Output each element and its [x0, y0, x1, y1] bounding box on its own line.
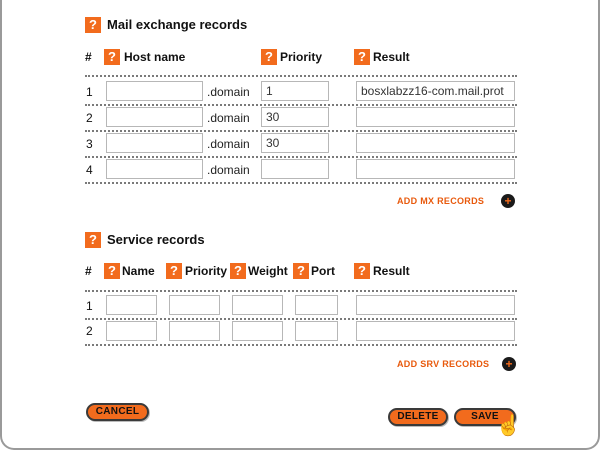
- mx-header-number: #: [85, 50, 92, 64]
- mx-row-number: 3: [86, 137, 93, 151]
- help-icon[interactable]: ?: [293, 263, 309, 279]
- page-frame: [0, 0, 600, 450]
- srv-result-field[interactable]: [356, 295, 515, 315]
- domain-suffix: .domain: [207, 163, 250, 177]
- row-divider: [85, 318, 517, 320]
- mx-row-number: 2: [86, 111, 93, 125]
- mx-host-name-input[interactable]: [106, 133, 203, 153]
- srv-header-number: #: [85, 264, 92, 278]
- help-icon[interactable]: ?: [104, 49, 120, 65]
- srv-port-input[interactable]: [295, 321, 338, 341]
- srv-header-result: Result: [373, 264, 410, 278]
- mx-section-title: Mail exchange records: [107, 17, 248, 32]
- help-icon[interactable]: ?: [230, 263, 246, 279]
- help-icon[interactable]: ?: [85, 232, 101, 248]
- mx-priority-input[interactable]: 30: [261, 133, 329, 153]
- srv-name-input[interactable]: [106, 321, 157, 341]
- mx-header-priority: Priority: [280, 50, 323, 64]
- srv-priority-input[interactable]: [169, 321, 220, 341]
- domain-suffix: .domain: [207, 137, 250, 151]
- srv-header-priority: Priority: [185, 264, 228, 278]
- mx-host-name-input[interactable]: [106, 159, 203, 179]
- delete-button[interactable]: DELETE: [388, 408, 448, 426]
- plus-circle-icon[interactable]: +: [502, 357, 516, 371]
- srv-header-weight: Weight: [248, 264, 288, 278]
- srv-weight-input[interactable]: [232, 295, 283, 315]
- help-icon[interactable]: ?: [261, 49, 277, 65]
- plus-circle-icon[interactable]: +: [501, 194, 515, 208]
- help-icon[interactable]: ?: [354, 49, 370, 65]
- row-divider: [85, 75, 517, 77]
- mx-header-result: Result: [373, 50, 410, 64]
- mx-header-host-name: Host name: [124, 50, 186, 64]
- mx-host-name-input[interactable]: [106, 81, 203, 101]
- srv-section-title: Service records: [107, 232, 205, 247]
- domain-suffix: .domain: [207, 111, 250, 125]
- srv-result-field[interactable]: [356, 321, 515, 341]
- mx-result-field[interactable]: [356, 159, 515, 179]
- row-divider: [85, 182, 517, 184]
- srv-priority-input[interactable]: [169, 295, 220, 315]
- mx-result-field[interactable]: [356, 133, 515, 153]
- srv-name-input[interactable]: [106, 295, 157, 315]
- cancel-button[interactable]: CANCEL: [86, 403, 149, 421]
- hand-pointer-cursor-icon: ☝: [496, 415, 521, 437]
- srv-header-name: Name: [122, 264, 155, 278]
- srv-row-number: 2: [86, 324, 93, 338]
- mx-priority-input[interactable]: [261, 159, 329, 179]
- add-mx-records-link[interactable]: ADD MX RECORDS: [397, 194, 484, 208]
- domain-suffix: .domain: [207, 85, 250, 99]
- help-icon[interactable]: ?: [85, 17, 101, 33]
- mx-priority-input[interactable]: 30: [261, 107, 329, 127]
- mx-result-field[interactable]: [356, 107, 515, 127]
- mx-priority-input[interactable]: 1: [261, 81, 329, 101]
- row-divider: [85, 156, 517, 158]
- row-divider: [85, 344, 517, 346]
- srv-header-port: Port: [311, 264, 335, 278]
- add-srv-records-link[interactable]: ADD SRV RECORDS: [397, 357, 489, 371]
- srv-weight-input[interactable]: [232, 321, 283, 341]
- row-divider: [85, 104, 517, 106]
- row-divider: [85, 290, 517, 292]
- row-divider: [85, 130, 517, 132]
- help-icon[interactable]: ?: [354, 263, 370, 279]
- mx-host-name-input[interactable]: [106, 107, 203, 127]
- mx-row-number: 1: [86, 85, 93, 99]
- mx-row-number: 4: [86, 163, 93, 177]
- mx-result-field[interactable]: bosxlabzz16-com.mail.prot: [356, 81, 515, 101]
- srv-port-input[interactable]: [295, 295, 338, 315]
- srv-row-number: 1: [86, 299, 93, 313]
- help-icon[interactable]: ?: [166, 263, 182, 279]
- help-icon[interactable]: ?: [104, 263, 120, 279]
